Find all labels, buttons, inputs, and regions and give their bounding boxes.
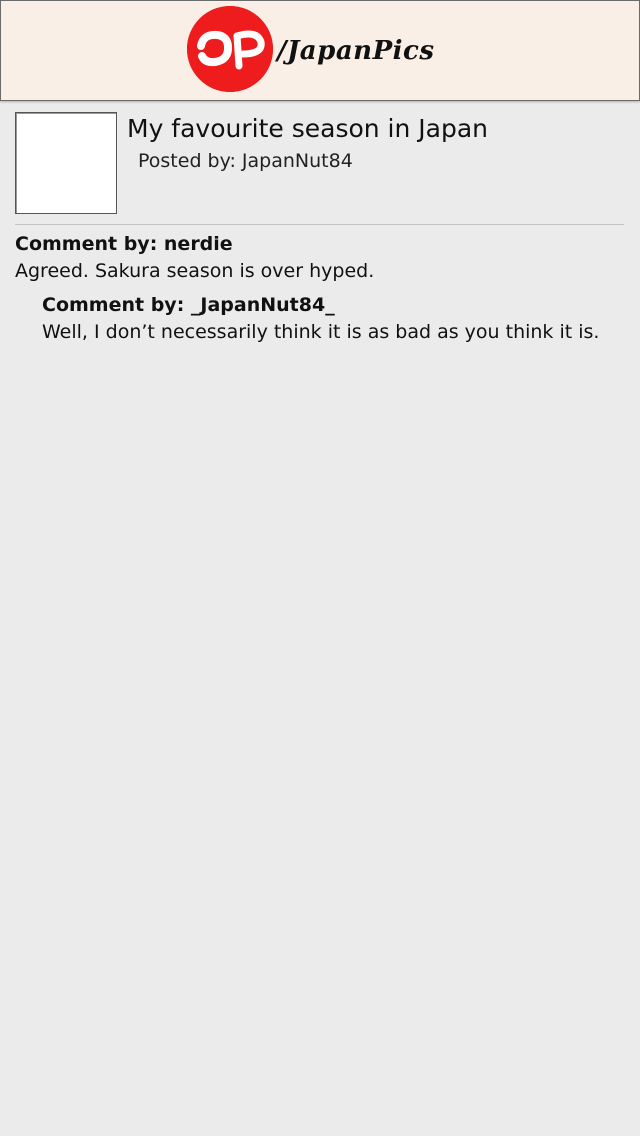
logo[interactable]: /JapanPics [187, 6, 434, 92]
divider [15, 224, 624, 225]
comment: Comment by: nerdie Agreed. Sakura season… [15, 231, 374, 285]
post-card[interactable]: My favourite season in Japan Posted by: … [15, 112, 624, 224]
comment-reply: Comment by: _JapanNut84_ Well, I don’t n… [42, 292, 599, 346]
comment-body: Well, I don’t necessarily think it is as… [42, 321, 600, 343]
jp-logo-icon [187, 6, 273, 92]
app-header: /JapanPics [0, 0, 640, 101]
post-thumbnail[interactable] [15, 112, 117, 214]
post-author: Posted by: JapanNut84 [138, 150, 353, 172]
post-title: My favourite season in Japan [127, 114, 489, 143]
comment-author: Comment by: _JapanNut84_ [42, 294, 335, 316]
app-screen: /JapanPics My favourite season in Japan … [0, 0, 640, 1136]
logo-text: /JapanPics [277, 36, 435, 66]
comment-author: Comment by: nerdie [15, 233, 233, 255]
comment-body: Agreed. Sakura season is over hyped. [15, 260, 375, 282]
